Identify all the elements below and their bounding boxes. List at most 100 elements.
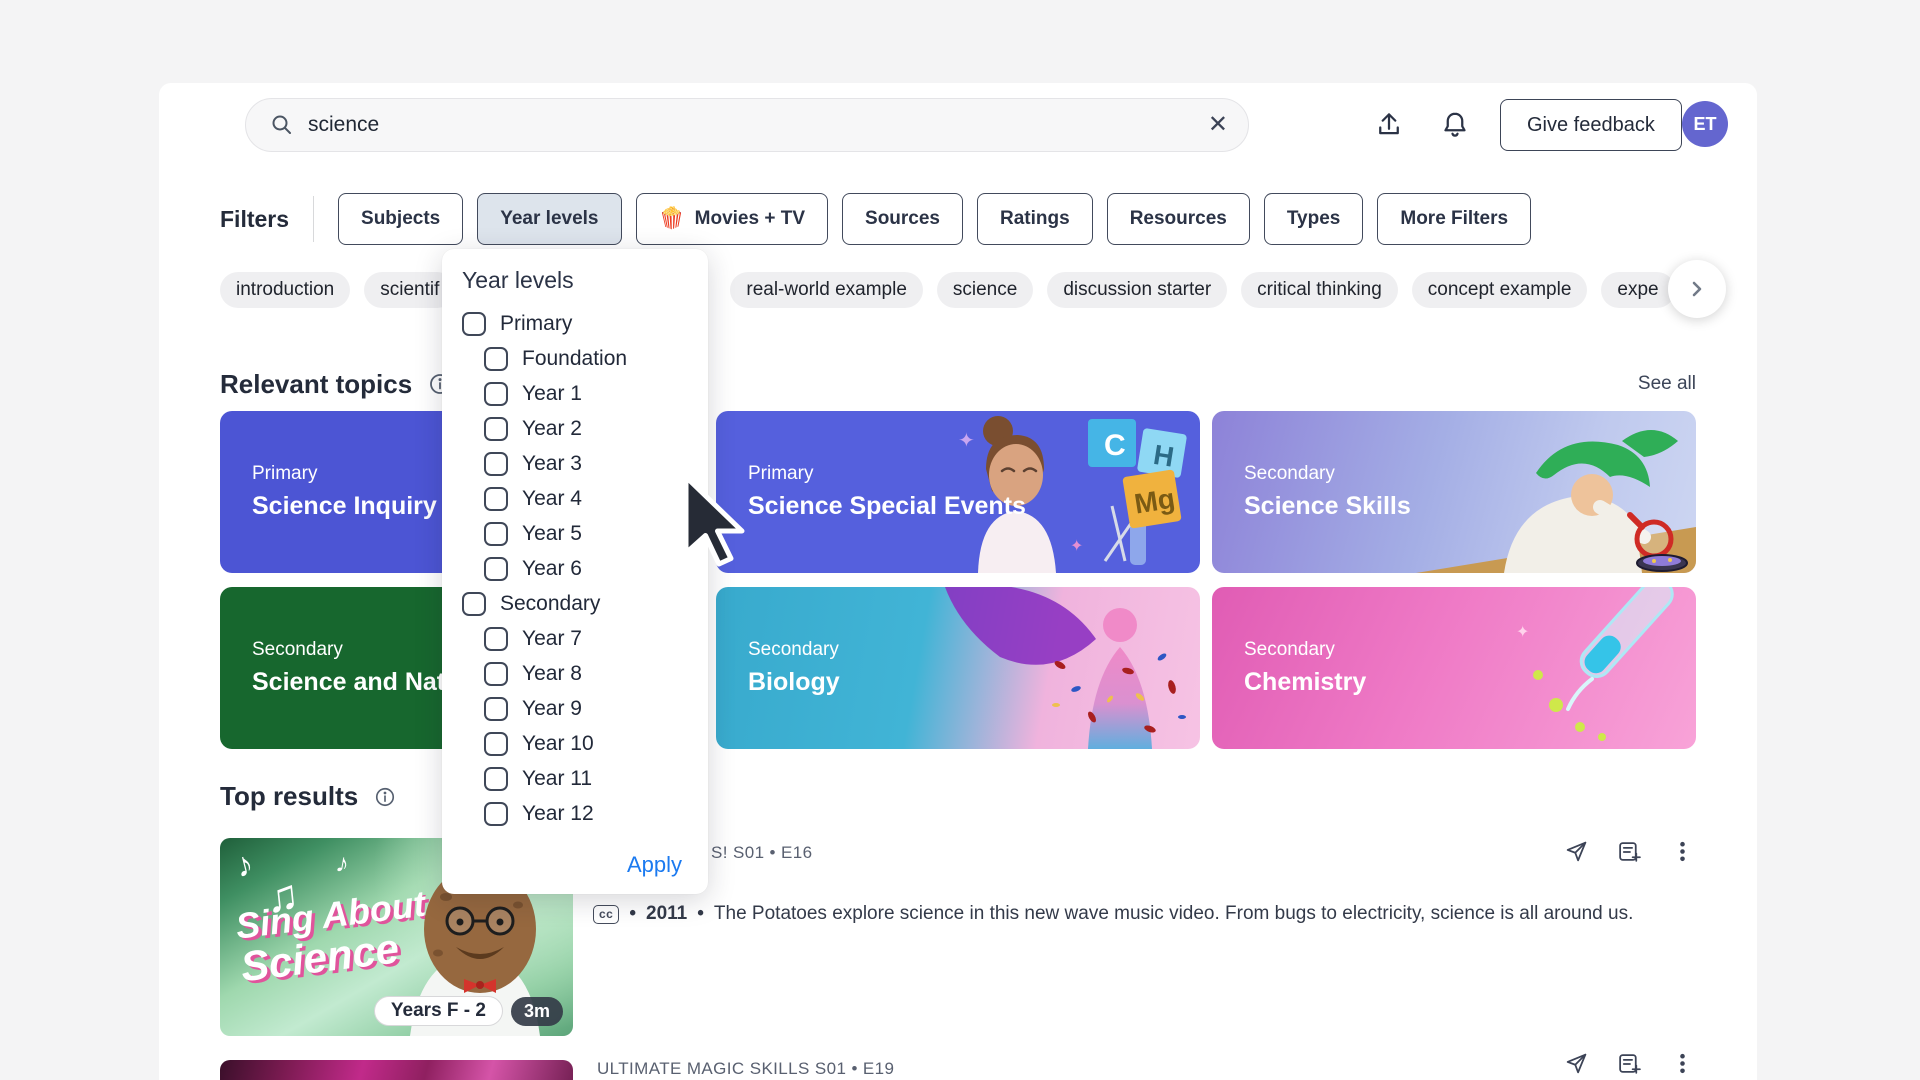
search-input[interactable] bbox=[308, 113, 1208, 137]
closed-captions-icon: cc bbox=[593, 905, 619, 924]
svg-text:✦: ✦ bbox=[1516, 624, 1529, 641]
topic-card-science-skills[interactable]: Secondary Science Skills bbox=[1212, 411, 1696, 573]
card-title: Science Special Events bbox=[748, 492, 1026, 521]
checkbox[interactable] bbox=[484, 382, 508, 406]
option-primary[interactable]: Primary bbox=[462, 306, 708, 341]
checkbox[interactable] bbox=[484, 522, 508, 546]
svg-text:✦: ✦ bbox=[1070, 538, 1083, 555]
filter-types-button[interactable]: Types bbox=[1264, 193, 1364, 245]
option-year-9[interactable]: Year 9 bbox=[462, 691, 708, 726]
checkbox[interactable] bbox=[484, 452, 508, 476]
checkbox[interactable] bbox=[484, 802, 508, 826]
result-actions bbox=[1564, 839, 1695, 864]
music-note-icon: ♪ bbox=[232, 845, 258, 887]
share-upload-icon[interactable] bbox=[1367, 103, 1411, 147]
video-thumbnail-ultimate-magic-skills[interactable] bbox=[220, 1060, 573, 1080]
main-content-card: ✕ Give feedback ET Filters Subjects Year… bbox=[159, 83, 1757, 1080]
tag-pills-row: introduction scientif real-world example… bbox=[220, 272, 1675, 308]
filter-movies-tv-button[interactable]: 🍿 Movies + TV bbox=[636, 193, 829, 245]
filter-resources-button[interactable]: Resources bbox=[1107, 193, 1250, 245]
give-feedback-button[interactable]: Give feedback bbox=[1500, 99, 1682, 151]
card-title: Science Inquiry bbox=[252, 492, 437, 521]
filter-ratings-button[interactable]: Ratings bbox=[977, 193, 1093, 245]
see-all-link[interactable]: See all bbox=[1638, 373, 1696, 395]
tag-science[interactable]: science bbox=[937, 272, 1033, 308]
option-year-10[interactable]: Year 10 bbox=[462, 726, 708, 761]
card-level: Primary bbox=[252, 463, 437, 485]
relevant-topics-heading: Relevant topics bbox=[220, 369, 412, 400]
filter-sources-button[interactable]: Sources bbox=[842, 193, 963, 245]
topic-card-science-special-events[interactable]: ✦ ✦ C H Mg Primary Scienc bbox=[716, 411, 1200, 573]
option-year-4[interactable]: Year 4 bbox=[462, 481, 708, 516]
result-metadata: cc • 2011 • The Potatoes explore science… bbox=[593, 903, 1633, 925]
svg-text:C: C bbox=[1104, 429, 1126, 462]
science-skills-illustration bbox=[1386, 411, 1696, 573]
card-title: Chemistry bbox=[1244, 668, 1366, 697]
apply-button[interactable]: Apply bbox=[627, 852, 682, 878]
card-title: Science Skills bbox=[1244, 492, 1411, 521]
topic-card-chemistry[interactable]: ✦ Secondary Chemistry bbox=[1212, 587, 1696, 749]
share-send-icon[interactable] bbox=[1564, 839, 1589, 864]
checkbox[interactable] bbox=[484, 662, 508, 686]
filter-movies-tv-label: Movies + TV bbox=[695, 208, 805, 230]
tag-introduction[interactable]: introduction bbox=[220, 272, 350, 308]
checkbox[interactable] bbox=[484, 767, 508, 791]
clear-search-icon[interactable]: ✕ bbox=[1208, 113, 1228, 137]
tag-discussion-starter[interactable]: discussion starter bbox=[1047, 272, 1227, 308]
option-year-11[interactable]: Year 11 bbox=[462, 761, 708, 796]
filter-year-levels-button[interactable]: Year levels bbox=[477, 193, 621, 245]
add-to-playlist-icon[interactable] bbox=[1617, 1051, 1642, 1076]
option-secondary[interactable]: Secondary bbox=[462, 586, 708, 621]
checkbox[interactable] bbox=[484, 627, 508, 651]
option-year-3[interactable]: Year 3 bbox=[462, 446, 708, 481]
notifications-bell-icon[interactable] bbox=[1433, 103, 1477, 147]
result-actions bbox=[1564, 1051, 1695, 1076]
filter-subjects-button[interactable]: Subjects bbox=[338, 193, 463, 245]
checkbox[interactable] bbox=[484, 732, 508, 756]
thumbnail-badges: Years F - 2 3m bbox=[374, 996, 563, 1026]
chemistry-illustration: ✦ bbox=[1396, 587, 1696, 749]
years-badge: Years F - 2 bbox=[374, 996, 503, 1026]
scroll-tags-right-button[interactable] bbox=[1668, 260, 1726, 318]
result-title[interactable]: ULTIMATE MAGIC SKILLS S01 • E19 bbox=[597, 1059, 894, 1079]
option-foundation[interactable]: Foundation bbox=[462, 341, 708, 376]
card-level: Secondary bbox=[748, 639, 840, 661]
avatar[interactable]: ET bbox=[1682, 101, 1728, 147]
option-year-1[interactable]: Year 1 bbox=[462, 376, 708, 411]
tag-concept-example[interactable]: concept example bbox=[1412, 272, 1588, 308]
topic-card-biology[interactable]: Secondary Biology bbox=[716, 587, 1200, 749]
checkbox[interactable] bbox=[484, 487, 508, 511]
result-title[interactable]: S! S01 • E16 bbox=[711, 843, 812, 863]
add-to-playlist-icon[interactable] bbox=[1617, 839, 1642, 864]
checkbox[interactable] bbox=[484, 557, 508, 581]
year-levels-dropdown: Year levels Primary Foundation Year 1 Ye… bbox=[442, 249, 708, 894]
info-icon[interactable] bbox=[374, 786, 396, 808]
svg-text:Mg: Mg bbox=[1132, 483, 1177, 520]
top-results-header: Top results bbox=[220, 781, 396, 812]
checkbox[interactable] bbox=[484, 347, 508, 371]
share-send-icon[interactable] bbox=[1564, 1051, 1589, 1076]
checkbox[interactable] bbox=[484, 417, 508, 441]
tag-critical-thinking[interactable]: critical thinking bbox=[1241, 272, 1398, 308]
tag-real-world-example[interactable]: real-world example bbox=[730, 272, 923, 308]
option-year-6[interactable]: Year 6 bbox=[462, 551, 708, 586]
checkbox[interactable] bbox=[484, 697, 508, 721]
card-level: Secondary bbox=[1244, 639, 1366, 661]
result-year: 2011 bbox=[646, 903, 687, 925]
filters-row: Filters Subjects Year levels 🍿 Movies + … bbox=[220, 193, 1531, 245]
filter-more-filters-button[interactable]: More Filters bbox=[1377, 193, 1531, 245]
checkbox[interactable] bbox=[462, 592, 486, 616]
tag-experiment[interactable]: expe bbox=[1601, 272, 1674, 308]
card-title: Biology bbox=[748, 668, 840, 697]
more-options-icon[interactable] bbox=[1670, 1051, 1695, 1076]
option-year-2[interactable]: Year 2 bbox=[462, 411, 708, 446]
card-level: Primary bbox=[748, 463, 1026, 485]
checkbox[interactable] bbox=[462, 312, 486, 336]
more-options-icon[interactable] bbox=[1670, 839, 1695, 864]
music-note-icon: ♪ bbox=[333, 847, 351, 880]
option-year-7[interactable]: Year 7 bbox=[462, 621, 708, 656]
option-year-8[interactable]: Year 8 bbox=[462, 656, 708, 691]
option-year-5[interactable]: Year 5 bbox=[462, 516, 708, 551]
option-year-12[interactable]: Year 12 bbox=[462, 796, 708, 831]
top-results-heading: Top results bbox=[220, 781, 358, 812]
